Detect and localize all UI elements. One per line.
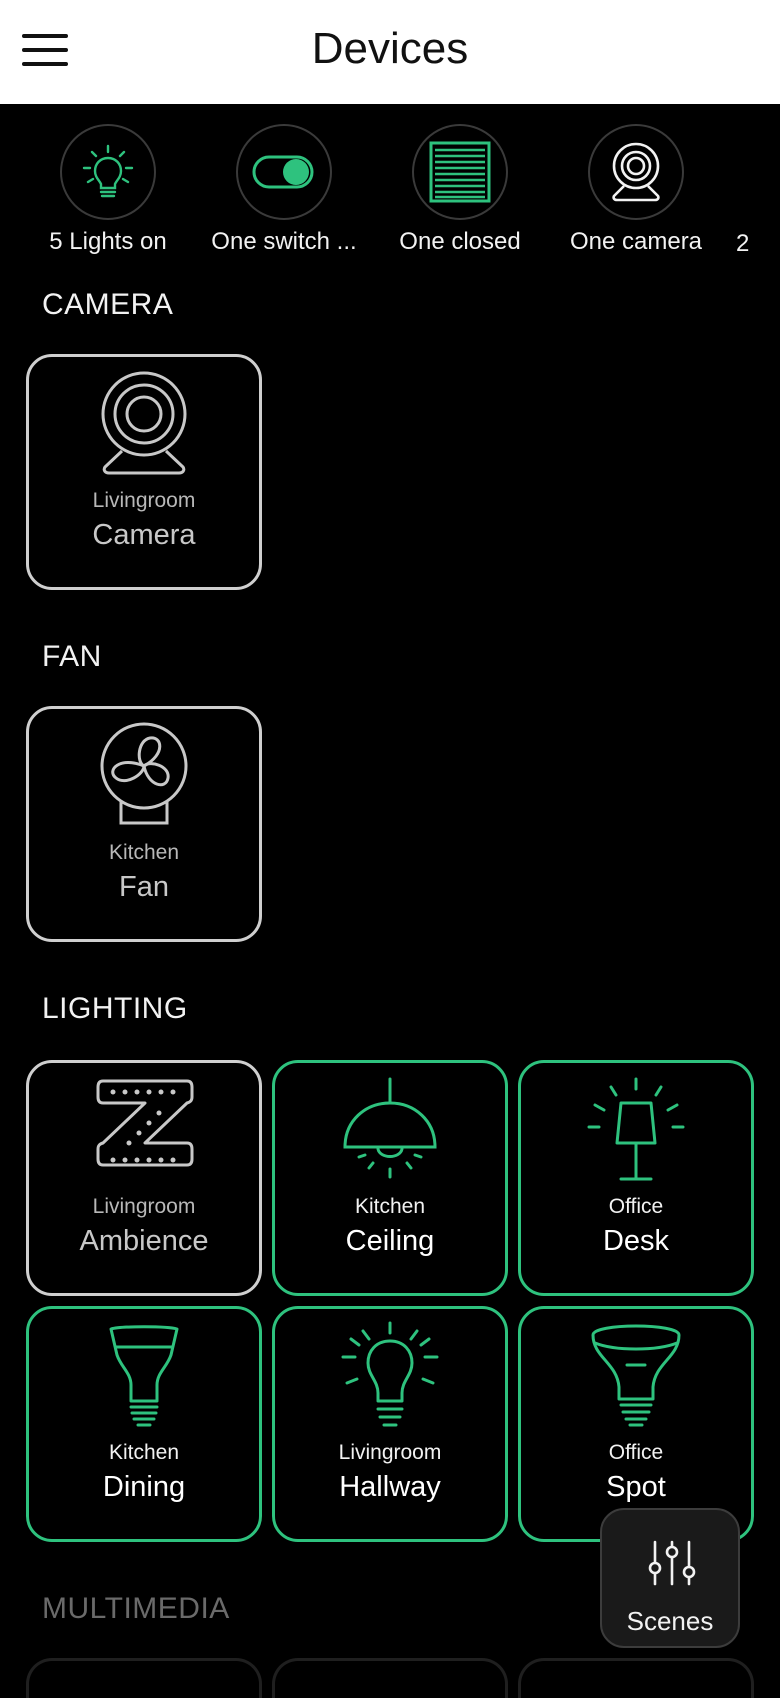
light-strip-icon	[29, 1075, 259, 1185]
light-bulb-icon	[275, 1321, 505, 1431]
multimedia-tile-partial[interactable]	[26, 1658, 262, 1698]
ceiling-lamp-icon	[275, 1075, 505, 1185]
sliders-icon	[647, 1538, 697, 1593]
tile-name: Fan	[119, 871, 169, 903]
summary-camera-label: One camera	[569, 228, 703, 255]
multimedia-tile-partial[interactable]	[518, 1658, 754, 1698]
scenes-button[interactable]: Scenes	[600, 1508, 740, 1648]
tile-room: Livingroom	[338, 1441, 442, 1464]
summary-blinds-label: One closed	[399, 228, 521, 255]
blinds-icon	[412, 124, 508, 220]
summary-overflow-label[interactable]: 2	[736, 230, 749, 258]
section-title-lighting: LIGHTING	[42, 992, 188, 1025]
tile-room: Office	[608, 1441, 664, 1464]
device-tile-dining[interactable]: Kitchen Dining	[26, 1306, 262, 1542]
summary-camera[interactable]: One camera	[548, 124, 724, 256]
summary-switch-label: One switch ...	[211, 228, 357, 255]
app-header: Devices	[0, 0, 780, 104]
tile-name: Ceiling	[345, 1225, 435, 1257]
page-title: Devices	[311, 24, 469, 73]
multimedia-tile-partial[interactable]	[272, 1658, 508, 1698]
spot-bulb-icon	[521, 1321, 751, 1431]
light-bulb-icon	[60, 124, 156, 220]
device-tile-fan[interactable]: Kitchen Fan	[26, 706, 262, 942]
summary-blinds[interactable]: One closed	[372, 124, 548, 256]
flood-bulb-icon	[29, 1321, 259, 1431]
tile-name: Desk	[602, 1225, 670, 1257]
summary-lights-label: 5 Lights on	[49, 228, 167, 255]
fan-icon	[29, 721, 259, 831]
tile-name: Ambience	[79, 1225, 209, 1257]
device-tile-desk[interactable]: Office Desk	[518, 1060, 754, 1296]
tile-name: Hallway	[339, 1471, 441, 1503]
device-tile-ceiling[interactable]: Kitchen Ceiling	[272, 1060, 508, 1296]
device-summary-bar: 5 Lights on One switch ... One closed On…	[0, 104, 780, 264]
tile-room: Livingroom	[92, 489, 196, 512]
tile-room: Livingroom	[92, 1195, 196, 1218]
tile-name: Spot	[606, 1471, 666, 1503]
camera-icon	[588, 124, 684, 220]
device-tile-ambience[interactable]: Livingroom Ambience	[26, 1060, 262, 1296]
tile-name: Camera	[92, 519, 196, 551]
tile-room: Kitchen	[108, 1441, 180, 1464]
camera-icon	[29, 369, 259, 479]
section-title-multimedia: MULTIMEDIA	[42, 1592, 230, 1625]
scenes-button-label: Scenes	[626, 1606, 714, 1636]
section-title-camera: CAMERA	[42, 288, 174, 321]
section-title-fan: FAN	[42, 640, 102, 673]
summary-lights[interactable]: 5 Lights on	[20, 124, 196, 256]
device-tile-spot[interactable]: Office Spot	[518, 1306, 754, 1542]
desk-lamp-icon	[521, 1075, 751, 1185]
tile-name: Dining	[102, 1471, 186, 1503]
tile-room: Kitchen	[108, 841, 180, 864]
toggle-switch-icon	[236, 124, 332, 220]
device-tile-hallway[interactable]: Livingroom Hallway	[272, 1306, 508, 1542]
tile-room: Office	[608, 1195, 664, 1218]
summary-switch[interactable]: One switch ...	[196, 124, 372, 256]
tile-room: Kitchen	[354, 1195, 426, 1218]
device-tile-camera[interactable]: Livingroom Camera	[26, 354, 262, 590]
